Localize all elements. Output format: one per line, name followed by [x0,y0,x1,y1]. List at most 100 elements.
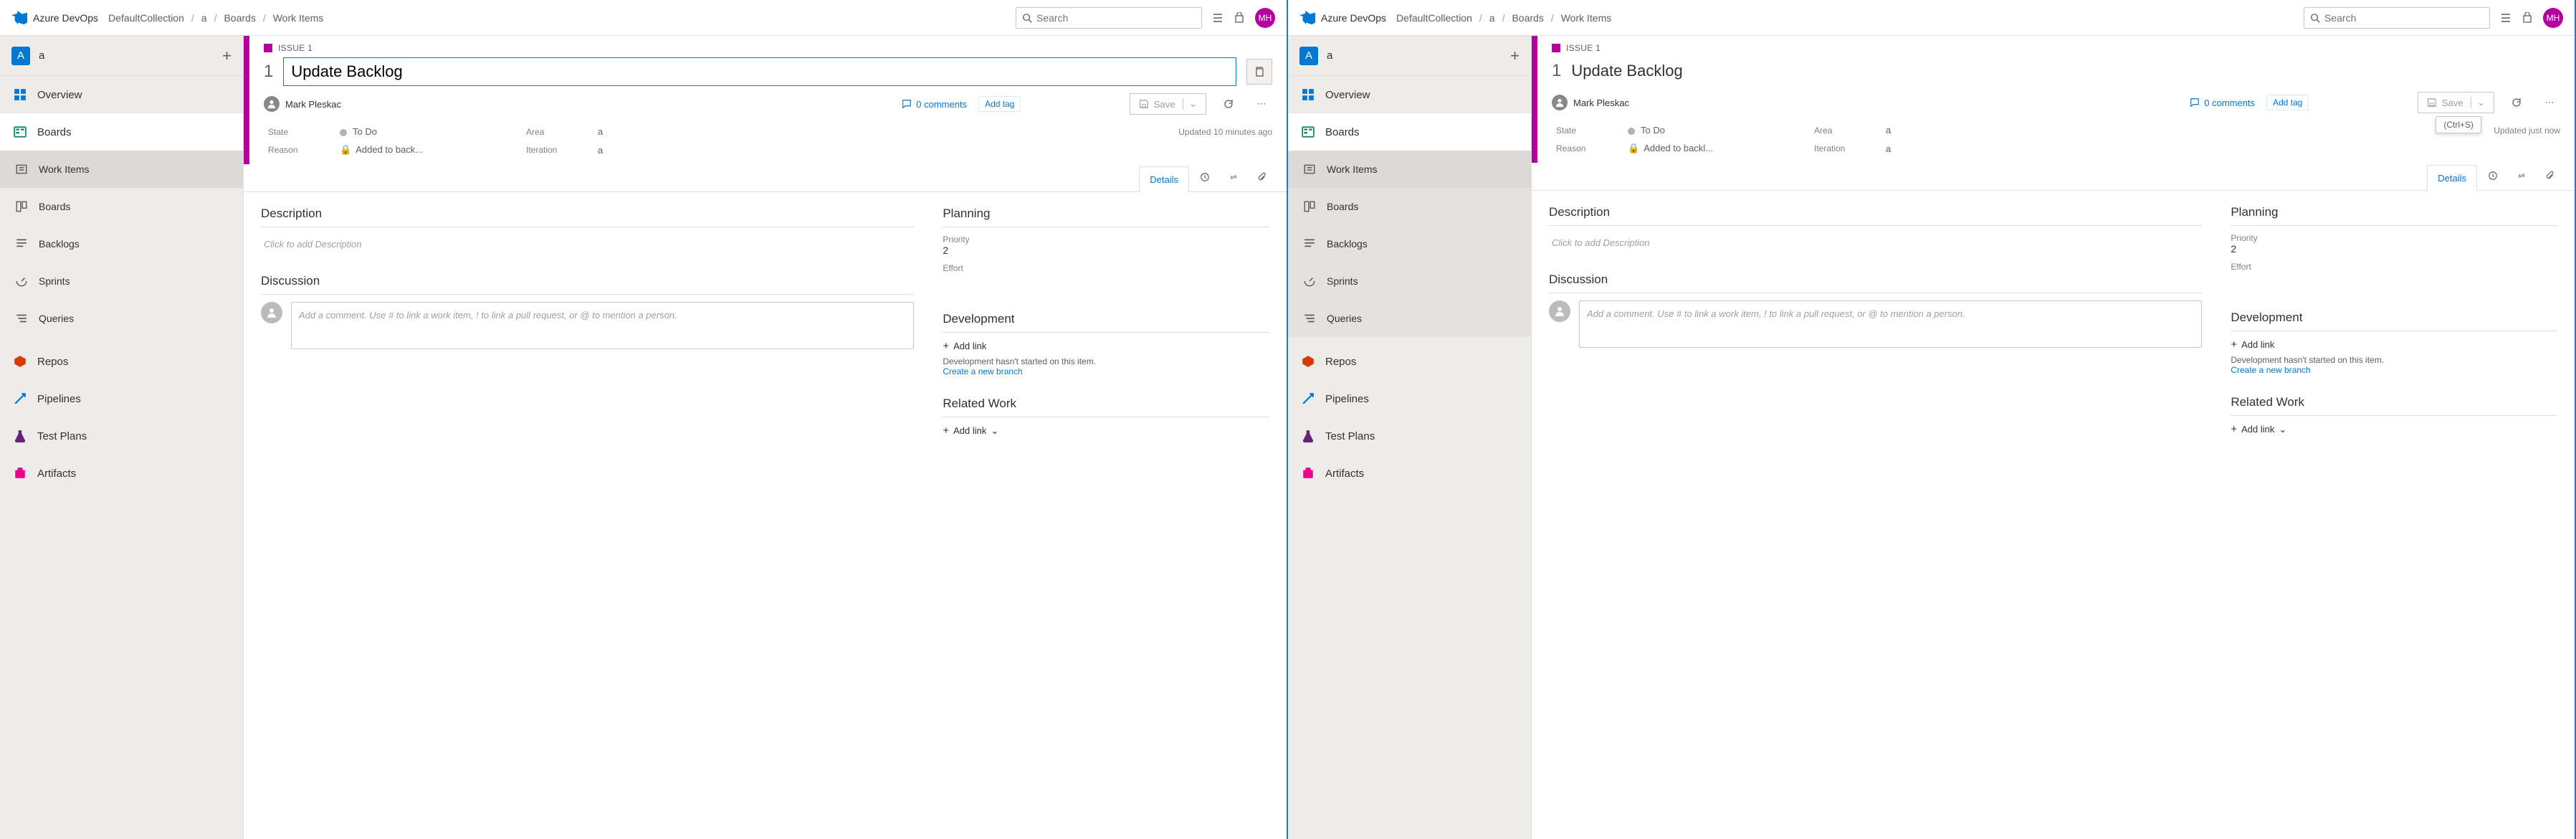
issue-title[interactable]: Update Backlog [1571,57,2560,85]
add-icon[interactable]: + [222,47,232,65]
area-value[interactable]: a [598,126,698,137]
sidebar-item-pipelines[interactable]: Pipelines [0,380,243,417]
add-icon[interactable]: + [1510,47,1520,65]
tab-attachments[interactable] [1249,164,1275,191]
issue-number: 1 [1552,61,1561,81]
sidebar-item-test-plans[interactable]: Test Plans [1288,417,1531,455]
search-box[interactable] [1016,7,1202,29]
sidebar-item-backlogs[interactable]: Backlogs [0,225,243,262]
crumb-0[interactable]: DefaultCollection [108,12,184,24]
list-icon[interactable] [2500,12,2511,24]
save-button[interactable]: Save ⌄ [1130,93,1206,115]
copy-button[interactable] [1246,59,1272,85]
tab-history[interactable] [2480,163,2506,190]
sidebar-item-sprints[interactable]: Sprints [0,262,243,300]
add-related-link[interactable]: Add link ⌄ [943,425,1269,437]
sidebar-item-repos[interactable]: Repos [1288,343,1531,380]
discussion-input[interactable]: Add a comment. Use # to link a work item… [1579,300,2202,348]
sidebar-item-overview[interactable]: Overview [1288,76,1531,113]
work-items-icon [14,163,29,176]
sidebar-item-queries[interactable]: Queries [0,300,243,337]
brand-logo[interactable]: Azure DevOps [11,10,98,26]
sidebar-item-boards-sub[interactable]: Boards [0,188,243,225]
effort-value[interactable] [943,273,1269,285]
add-dev-link[interactable]: Add link [2231,338,2557,351]
sidebar-item-boards[interactable]: Boards [1288,113,1531,151]
effort-value[interactable] [2231,272,2557,283]
state-value[interactable]: To Do [1628,125,1814,136]
issue-type-icon [264,44,272,52]
shopping-bag-icon[interactable] [1234,12,1245,24]
refresh-button[interactable] [2506,92,2527,113]
tab-links[interactable] [1221,164,1246,191]
description-field[interactable]: Click to add Description [261,234,914,254]
sidebar-item-artifacts[interactable]: Artifacts [0,455,243,492]
crumb-1[interactable]: a [201,12,207,24]
iteration-value[interactable]: a [598,145,698,156]
shopping-bag-icon[interactable] [2522,12,2533,24]
crumb-2[interactable]: Boards [224,12,255,24]
crumb-3[interactable]: Work Items [1561,12,1612,24]
assignee[interactable]: Mark Pleskac [1552,95,1629,110]
tab-details[interactable]: Details [1139,166,1189,192]
create-branch-link[interactable]: Create a new branch [2231,365,2557,375]
sidebar-item-pipelines[interactable]: Pipelines [1288,380,1531,417]
iteration-value[interactable]: a [1886,143,1986,154]
list-icon[interactable] [1212,12,1223,24]
crumb-0[interactable]: DefaultCollection [1396,12,1472,24]
more-button[interactable]: ⋯ [1251,93,1272,115]
tab-history[interactable] [1192,164,1218,191]
description-field[interactable]: Click to add Description [1549,233,2202,252]
tab-links[interactable] [2509,163,2534,190]
sidebar-item-boards[interactable]: Boards [0,113,243,151]
crumb-3[interactable]: Work Items [273,12,324,24]
sidebar-item-overview[interactable]: Overview [0,76,243,113]
comments-link[interactable]: 0 comments [902,99,967,110]
sidebar-item-sprints[interactable]: Sprints [1288,262,1531,300]
state-value[interactable]: To Do [340,126,526,137]
add-related-link[interactable]: Add link ⌄ [2231,423,2557,435]
project-badge: A [1299,47,1318,65]
sidebar-item-repos[interactable]: Repos [0,343,243,380]
tab-strip: Details [1532,163,2575,191]
link-icon [1229,172,1239,182]
priority-value[interactable]: 2 [943,245,1269,256]
user-avatar[interactable]: MH [1255,8,1275,28]
sidebar-item-boards-sub[interactable]: Boards [1288,188,1531,225]
issue-type-label: ISSUE 1 [1552,43,2560,53]
assignee[interactable]: Mark Pleskac [264,96,341,112]
project-row[interactable]: A a + [0,36,243,76]
create-branch-link[interactable]: Create a new branch [943,366,1269,376]
brand-logo[interactable]: Azure DevOps [1299,10,1386,26]
sidebar-item-work-items[interactable]: Work Items [0,151,243,188]
tab-attachments[interactable] [2537,163,2563,190]
area-value[interactable]: a [1886,125,1986,136]
save-button[interactable]: Save ⌄ [2418,92,2494,113]
search-input[interactable] [1036,12,1196,24]
add-dev-link[interactable]: Add link [943,340,1269,352]
discussion-input[interactable]: Add a comment. Use # to link a work item… [291,302,914,349]
search-input[interactable] [2324,12,2484,24]
sidebar-item-artifacts[interactable]: Artifacts [1288,455,1531,492]
issue-title-input[interactable] [283,57,1236,86]
add-tag-button[interactable]: Add tag [2266,95,2309,110]
add-tag-button[interactable]: Add tag [978,96,1021,112]
crumb-1[interactable]: a [1489,12,1495,24]
sidebar-item-backlogs[interactable]: Backlogs [1288,225,1531,262]
search-box[interactable] [2304,7,2490,29]
user-avatar[interactable]: MH [2543,8,2563,28]
sidebar-item-test-plans[interactable]: Test Plans [0,417,243,455]
more-button[interactable]: ⋯ [2539,92,2560,113]
sidebar-item-work-items[interactable]: Work Items [1288,151,1531,188]
comments-link[interactable]: 0 comments [2190,98,2255,108]
project-row[interactable]: A a + [1288,36,1531,76]
tab-details[interactable]: Details [2427,165,2477,191]
work-item-form: ISSUE 1 1 Update Backlog Mark Pleskac [1532,36,2575,839]
reason-value[interactable]: 🔒Added to back... [340,144,526,156]
refresh-button[interactable] [1218,93,1239,115]
sidebar-item-queries[interactable]: Queries [1288,300,1531,337]
sidebar-item-label: Pipelines [37,393,81,405]
priority-value[interactable]: 2 [2231,243,2557,255]
reason-value[interactable]: 🔒Added to backl... [1628,143,1814,154]
crumb-2[interactable]: Boards [1512,12,1543,24]
